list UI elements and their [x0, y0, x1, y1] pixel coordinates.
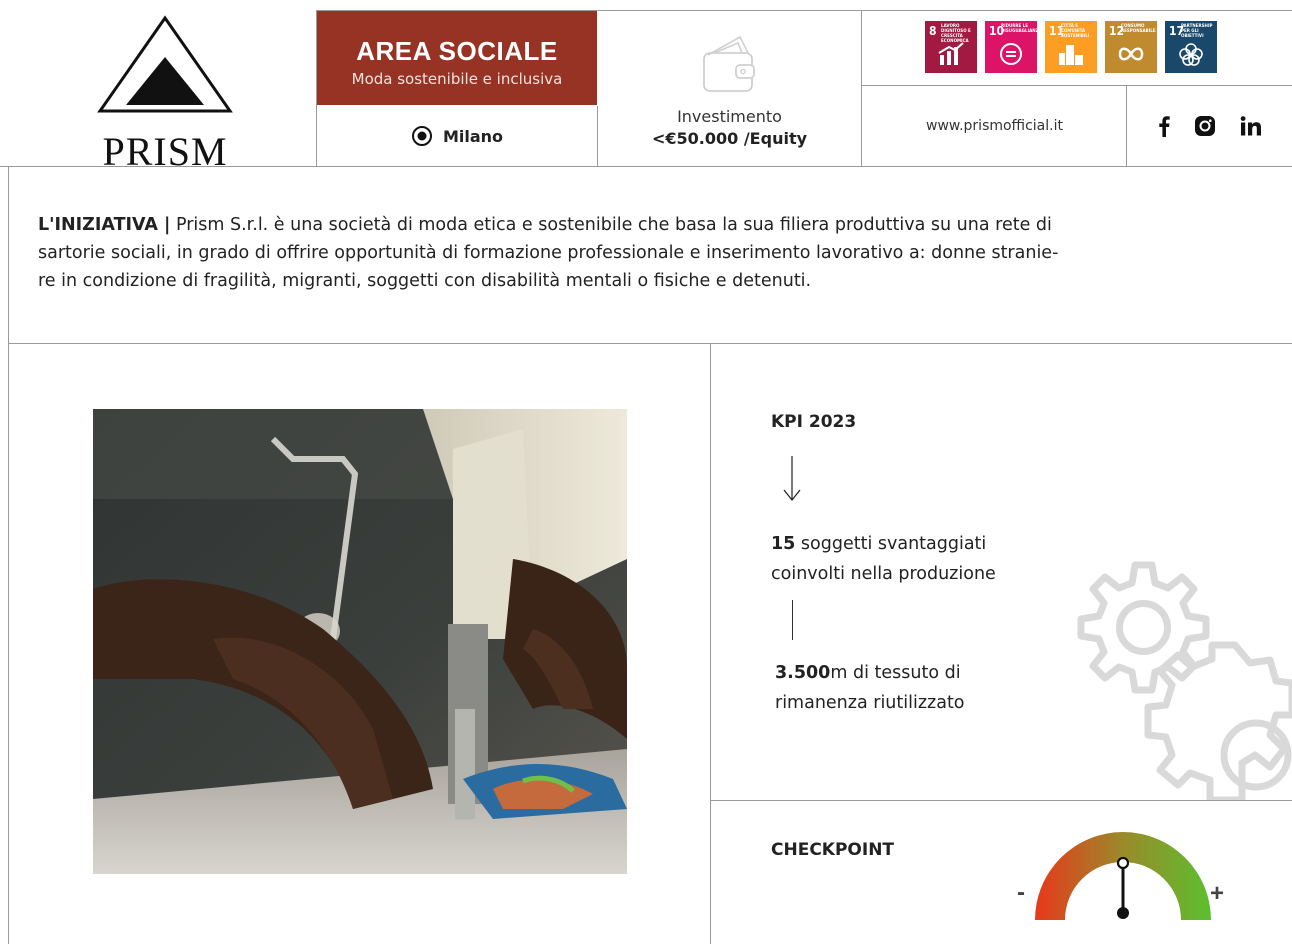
sdg-10-icon: 10 Ridurre le disuguaglianze — [985, 21, 1041, 73]
intro-line-3: re in condizione di fragilità, migranti,… — [38, 271, 812, 291]
prism-logo: PRISM — [90, 14, 240, 174]
instagram-icon[interactable] — [1194, 115, 1216, 137]
sewing-machine-photo — [93, 409, 627, 874]
kpi-item-2: 3.500m di tessuto di rimanenza riutilizz… — [775, 658, 965, 718]
logo-text: PRISM — [102, 129, 228, 174]
initiative-description: L'INIZIATIVA | Prism S.r.l. è una societ… — [38, 211, 1268, 295]
kpi-title: KPI 2023 — [771, 412, 857, 432]
checkpoint-gauge: - + — [1017, 832, 1224, 920]
website-link[interactable]: www.prismofficial.it — [862, 86, 1127, 166]
kpi-1-text-b: coinvolti nella produzione — [771, 564, 996, 584]
sdg-11-icon: 11 Città e comunità sostenibili — [1045, 21, 1097, 73]
wallet-icon — [703, 35, 755, 92]
gears-icon — [1077, 561, 1292, 800]
checkpoint-title: CHECKPOINT — [771, 840, 895, 860]
sdg-icons: 8 Lavoro dignitoso e crescita economica … — [925, 21, 1225, 73]
linkedin-icon[interactable] — [1240, 115, 1262, 137]
frame-kpi-bottom — [711, 800, 1292, 801]
kpi-2-text-a: m di tessuto di — [830, 663, 961, 683]
kpi-1-value: 15 — [771, 534, 796, 554]
arrow-down-icon — [783, 456, 801, 501]
location-radio-icon — [411, 126, 432, 146]
kpi-2-text-b: rimanenza riutilizzato — [775, 693, 965, 713]
gauge-plus-label: + — [1210, 880, 1224, 907]
facebook-icon[interactable] — [1158, 115, 1170, 137]
location-city: Milano — [442, 126, 504, 146]
investment-label: Investimento — [677, 107, 782, 126]
area-title: AREA SOCIALE — [356, 36, 558, 66]
gauge-pivot — [1117, 907, 1129, 919]
kpi-1-text-a: soggetti svantaggiati — [795, 534, 987, 554]
sdg-17-icon: 17 Partnership per gli obiettivi — [1165, 21, 1217, 73]
kpi-separator — [792, 600, 793, 640]
initiative-lead: L'INIZIATIVA | — [38, 215, 171, 235]
kpi-item-1: 15 soggetti svantaggiati coinvolti nella… — [771, 529, 996, 589]
gauge-needle-tip — [1116, 856, 1130, 870]
frame-col-divider — [710, 344, 711, 944]
gauge-minus-label: - — [1017, 879, 1025, 906]
frame-intro-bottom — [8, 343, 1292, 344]
investment-block: Investimento <€50.000 /Equity — [598, 11, 861, 166]
intro-line-1: Prism S.r.l. è una società di moda etica… — [170, 215, 1052, 235]
area-header: AREA SOCIALE Moda sostenibile e inclusiv… — [317, 11, 597, 105]
investment-value: <€50.000 /Equity — [651, 129, 808, 148]
intro-line-2: sartorie sociali, in grado di offrire op… — [38, 243, 1059, 263]
triangle-logo-icon — [97, 15, 233, 113]
location: Milano — [317, 106, 597, 166]
sdg-12-icon: 12 Consumo responsabile — [1105, 21, 1157, 73]
kpi-2-value: 3.500 — [775, 663, 831, 683]
social-links — [1127, 86, 1292, 166]
frame-outer-left — [8, 166, 9, 944]
area-subtitle: Moda sostenibile e inclusiva — [351, 70, 563, 88]
sdg-8-icon: 8 Lavoro dignitoso e crescita economica — [925, 21, 977, 73]
